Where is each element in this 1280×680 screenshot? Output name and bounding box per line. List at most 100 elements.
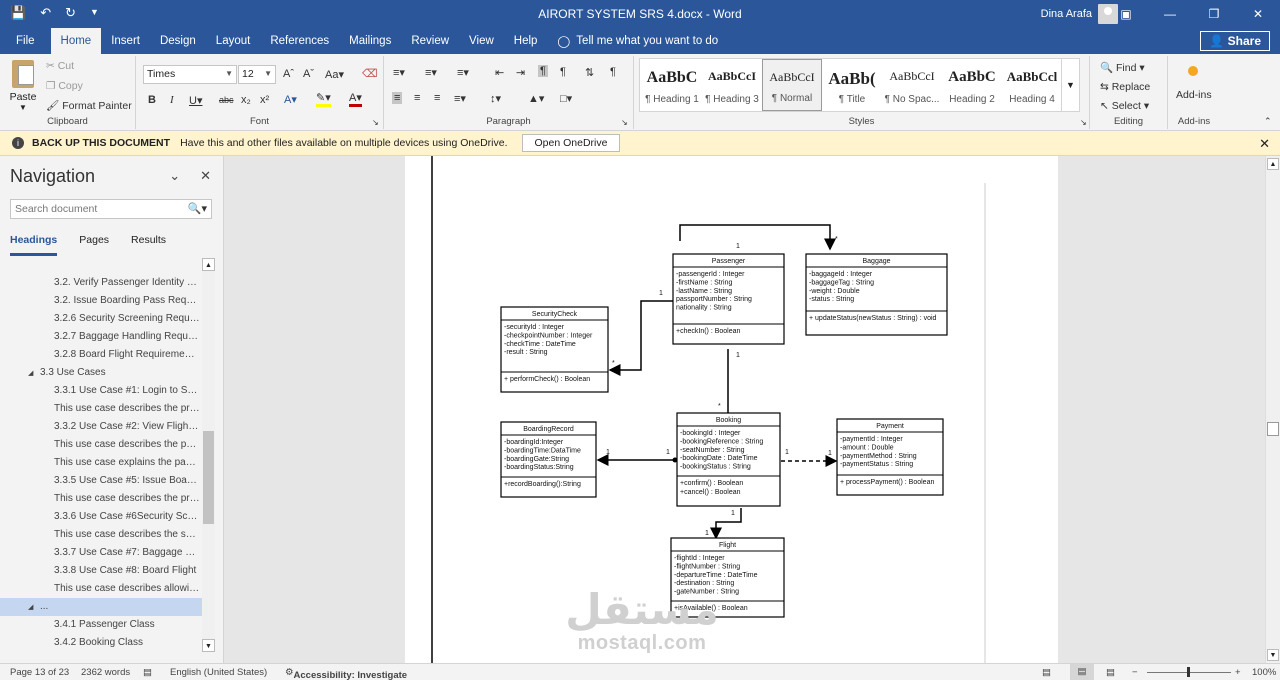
language[interactable]: English (United States) xyxy=(170,667,267,678)
format-painter-button[interactable]: 🖌 Format Painter xyxy=(46,99,132,112)
tab-review[interactable]: Review xyxy=(401,28,459,54)
underline-icon[interactable]: U▾ xyxy=(189,94,202,107)
borders-icon[interactable]: □▾ xyxy=(560,92,572,105)
tab-design[interactable]: Design xyxy=(150,28,206,54)
subscript-icon[interactable]: x₂ xyxy=(241,94,251,106)
search-input[interactable]: Search document 🔍▾ xyxy=(10,199,212,219)
tab-file[interactable]: File xyxy=(0,28,51,54)
change-case-icon[interactable]: Aa▾ xyxy=(325,68,344,81)
nav-heading-item[interactable]: 3.3.5 Use Case #5: Issue Boardi... xyxy=(0,472,202,490)
scroll-thumb[interactable] xyxy=(203,431,214,524)
nav-heading-item[interactable]: This use case describes the pro... xyxy=(0,490,202,508)
collapse-triangle-icon[interactable]: ◢ xyxy=(28,365,40,382)
clear-formatting-icon[interactable]: ⌫ xyxy=(362,67,378,80)
chevron-down-icon[interactable]: ⌄ xyxy=(169,168,180,184)
user-name[interactable]: Dina Arafa xyxy=(1041,8,1092,20)
scroll-up-icon[interactable]: ▲ xyxy=(202,258,215,271)
nav-heading-item[interactable]: This use case describes the sec... xyxy=(0,526,202,544)
highlight-icon[interactable]: ✎▾ xyxy=(316,93,331,107)
accessibility-status[interactable]: ⚙ Accessibility: Investigate xyxy=(285,667,407,680)
scroll-thumb[interactable] xyxy=(1267,422,1279,436)
italic-icon[interactable]: I xyxy=(170,94,174,106)
zoom-slider-knob[interactable] xyxy=(1187,667,1190,677)
styles-more-icon[interactable]: ▼ xyxy=(1061,59,1079,111)
justify-icon[interactable]: ≡▾ xyxy=(454,92,466,105)
restore-icon[interactable]: ❐ xyxy=(1192,0,1236,28)
replace-button[interactable]: ⇆ Replace xyxy=(1100,81,1150,93)
nav-heading-item[interactable]: 3.3.2 Use Case #2: View Flight I... xyxy=(0,418,202,436)
nav-heading-item[interactable]: 3.2.7 Baggage Handling Requir... xyxy=(0,328,202,346)
tab-home[interactable]: Home xyxy=(50,28,102,54)
grow-font-icon[interactable]: Aˆ xyxy=(283,68,294,80)
nav-heading-item[interactable]: 3.3.8 Use Case #8: Board Flight xyxy=(0,562,202,580)
style-heading-3[interactable]: AaBbCcI ¶ Heading 3 xyxy=(702,59,762,111)
page-count[interactable]: Page 13 of 23 xyxy=(10,667,69,678)
nav-heading-item[interactable]: This use case describes allowin... xyxy=(0,580,202,598)
increase-indent-icon[interactable]: ⇥ xyxy=(516,66,525,79)
nav-heading-item[interactable]: 3.3.1 Use Case #1: Login to Syst... xyxy=(0,382,202,400)
collapse-ribbon-icon[interactable]: ⌃ xyxy=(1264,116,1272,127)
align-left-icon[interactable]: ≡ xyxy=(392,92,403,104)
style-heading-2[interactable]: AaBbC Heading 2 xyxy=(942,59,1002,111)
bold-icon[interactable]: B xyxy=(148,94,156,106)
shading-icon[interactable]: ▲▾ xyxy=(528,92,544,105)
tab-references[interactable]: References xyxy=(260,28,339,54)
superscript-icon[interactable]: x² xyxy=(260,94,269,106)
text-direction-ltr-icon[interactable]: ¶ xyxy=(538,65,548,77)
tab-pages[interactable]: Pages xyxy=(79,234,109,256)
show-formatting-icon[interactable]: ¶ xyxy=(610,66,616,78)
tab-view[interactable]: View xyxy=(459,28,504,54)
document-scrollbar[interactable]: ▲ ▼ xyxy=(1265,156,1280,663)
zoom-out-icon[interactable]: − xyxy=(1132,667,1138,678)
font-size-field[interactable]: 12 ▼ xyxy=(238,65,276,84)
minimize-icon[interactable]: — xyxy=(1148,0,1192,28)
read-mode-icon[interactable]: ▤ xyxy=(1042,667,1051,678)
zoom-level[interactable]: 100% xyxy=(1252,667,1276,678)
nav-heading-item[interactable]: 3.4.2 Booking Class xyxy=(0,634,202,652)
share-button[interactable]: 👤 Share xyxy=(1200,31,1270,51)
nav-heading-item[interactable]: This use case describes the pro... xyxy=(0,400,202,418)
web-layout-icon[interactable]: ▤ xyxy=(1106,667,1115,678)
select-button[interactable]: ↖ Select ▾ xyxy=(1100,100,1149,112)
tell-me-box[interactable]: ◯ Tell me what you want to do xyxy=(557,34,718,48)
cut-button[interactable]: ✂ Cut xyxy=(46,60,74,72)
close-icon[interactable]: ✕ xyxy=(200,168,211,184)
word-count[interactable]: 2362 words xyxy=(81,667,130,678)
nav-heading-item[interactable]: 3.2.8 Board Flight Requirement... xyxy=(0,346,202,364)
font-name-field[interactable]: Times ▼ xyxy=(143,65,237,84)
search-icon[interactable]: 🔍▾ xyxy=(188,202,207,215)
style-title[interactable]: AaBb( ¶ Title xyxy=(822,59,882,111)
proofing-icon[interactable]: ▤ xyxy=(143,667,152,678)
zoom-in-icon[interactable]: + xyxy=(1235,667,1241,678)
tab-insert[interactable]: Insert xyxy=(101,28,150,54)
shrink-font-icon[interactable]: Aˇ xyxy=(303,68,314,80)
nav-heading-item[interactable]: 3.4.1 Passenger Class xyxy=(0,616,202,634)
dialog-launcher-icon[interactable]: ↘ xyxy=(1080,118,1087,127)
navigation-scrollbar[interactable]: ▲ ▼ xyxy=(202,258,215,652)
decrease-indent-icon[interactable]: ⇤ xyxy=(495,66,504,79)
text-effects-icon[interactable]: A▾ xyxy=(284,93,297,106)
nav-heading-item[interactable]: 3.3.7 Use Case #7: Baggage Ha... xyxy=(0,544,202,562)
style-heading-1[interactable]: AaBbC ¶ Heading 1 xyxy=(642,59,702,111)
addins-button[interactable]: Add-ins xyxy=(1176,89,1212,101)
style-heading-4[interactable]: AaBbCcl Heading 4 xyxy=(1002,59,1062,111)
collapse-triangle-icon[interactable]: ◢ xyxy=(28,599,40,616)
close-icon[interactable]: ✕ xyxy=(1259,136,1270,152)
text-direction-rtl-icon[interactable]: ¶ xyxy=(560,66,566,78)
scroll-up-icon[interactable]: ▲ xyxy=(1267,158,1279,170)
scroll-down-icon[interactable]: ▼ xyxy=(202,639,215,652)
print-layout-icon[interactable]: ▤ xyxy=(1070,664,1094,680)
style-no-spacing[interactable]: AaBbCcI ¶ No Spac... xyxy=(882,59,942,111)
nav-heading-item[interactable]: This use case describes the pas... xyxy=(0,436,202,454)
align-right-icon[interactable]: ≡ xyxy=(434,92,440,104)
paste-button[interactable]: Paste ▼ xyxy=(8,60,38,112)
nav-heading-item[interactable]: 3.2. Verify Passenger Identity R... xyxy=(0,274,202,292)
nav-heading-item[interactable]: 3.3.6 Use Case #6Security Scree... xyxy=(0,508,202,526)
find-button[interactable]: 🔍 Find ▾ xyxy=(1100,61,1145,74)
bullets-icon[interactable]: ≡▾ xyxy=(393,66,405,79)
tab-results[interactable]: Results xyxy=(131,234,166,256)
zoom-slider[interactable] xyxy=(1147,667,1231,677)
font-color-icon[interactable]: A▾ xyxy=(349,93,362,107)
align-center-icon[interactable]: ≡ xyxy=(414,92,420,104)
open-onedrive-button[interactable]: Open OneDrive xyxy=(521,134,621,152)
